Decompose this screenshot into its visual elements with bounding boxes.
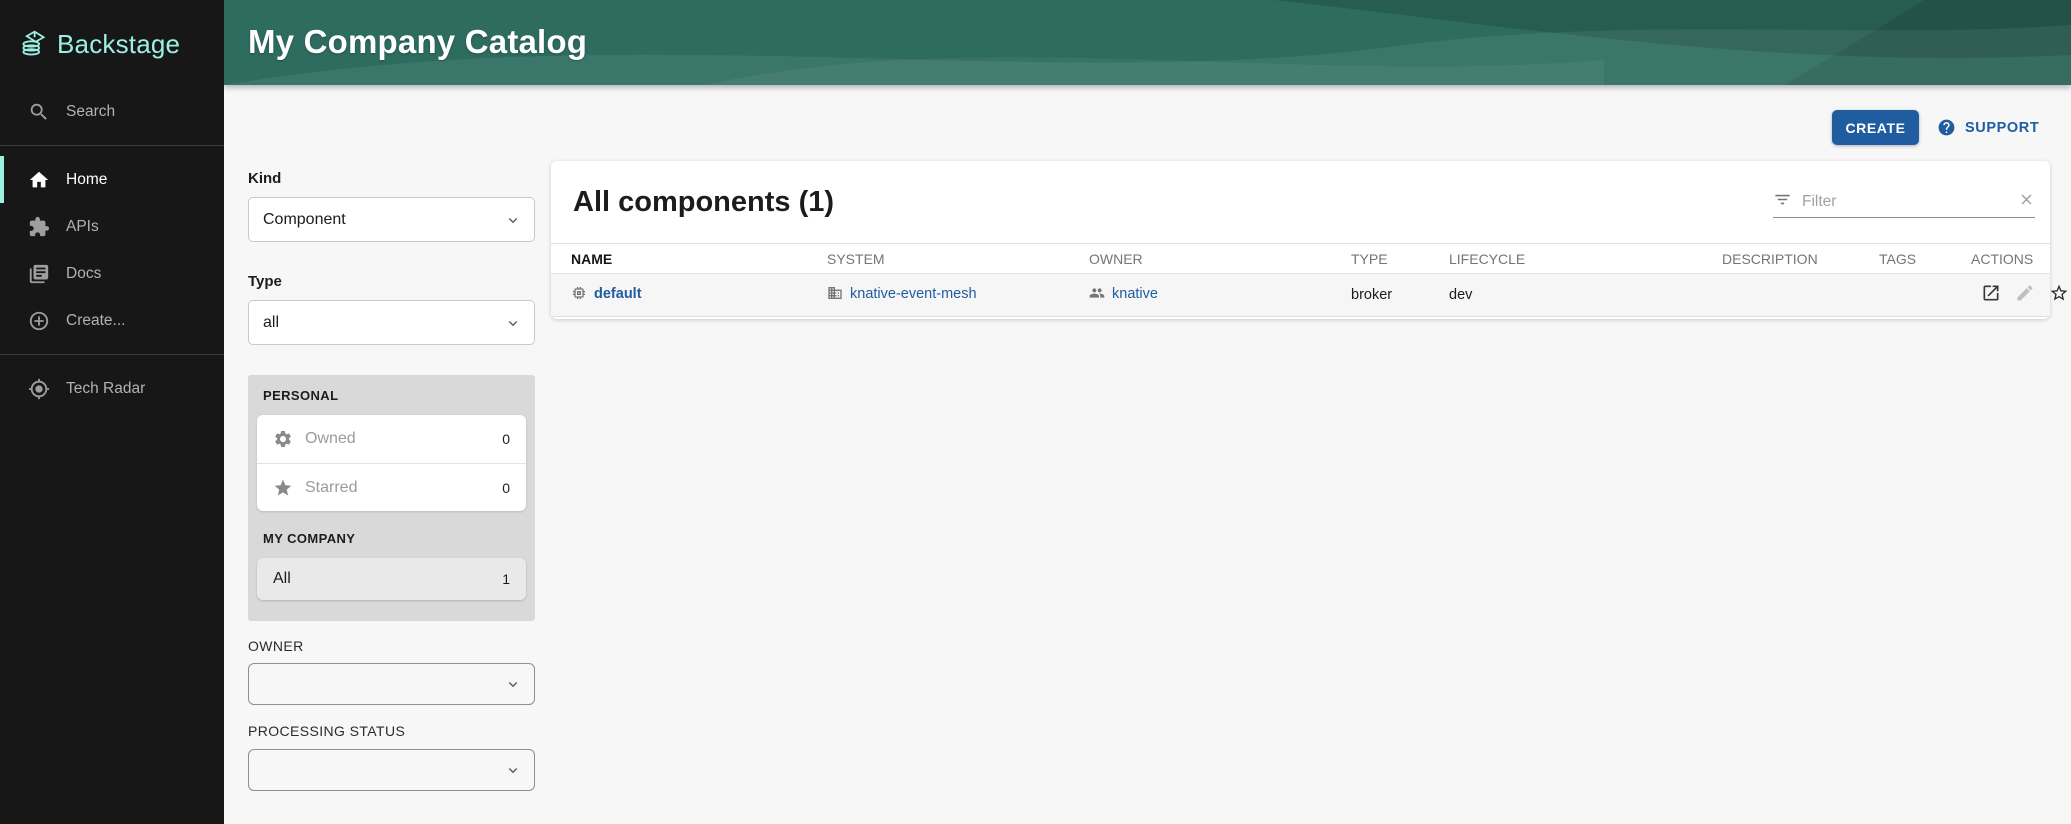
company-filter-group: All 1	[257, 558, 526, 600]
kind-select[interactable]: Component	[248, 197, 535, 242]
kind-label: Kind	[248, 170, 281, 187]
clear-filter-icon[interactable]	[2018, 191, 2035, 213]
star-icon	[273, 478, 293, 498]
type-label: Type	[248, 273, 282, 290]
sidebar-item-label: Tech Radar	[66, 380, 145, 398]
column-header-system[interactable]: SYSTEM	[827, 244, 1089, 274]
entity-link[interactable]: default	[594, 286, 642, 302]
sidebar-item-home[interactable]: Home	[0, 156, 224, 203]
open-in-new-icon[interactable]	[1981, 283, 2001, 307]
chevron-down-icon	[504, 675, 522, 693]
home-icon	[28, 169, 50, 191]
column-header-lifecycle[interactable]: LIFECYCLE	[1449, 244, 1722, 274]
owned-label: Owned	[305, 430, 502, 448]
type-select-value: all	[263, 314, 279, 332]
system-link[interactable]: knative-event-mesh	[850, 286, 977, 302]
column-header-tags[interactable]: TAGS	[1879, 244, 1971, 274]
quick-filters-card: PERSONAL Owned 0 Starred 0 MY COM	[248, 375, 535, 621]
group-icon	[1089, 285, 1105, 305]
page-header: My Company Catalog	[224, 0, 2071, 85]
owner-select[interactable]	[248, 663, 535, 705]
filter-starred[interactable]: Starred 0	[257, 463, 526, 511]
owner-link[interactable]: knative	[1112, 286, 1158, 302]
processing-status-select[interactable]	[248, 749, 535, 791]
sidebar-item-label: Search	[66, 103, 115, 121]
main-content: CREATE SUPPORT Kind Component Type all P…	[224, 85, 2071, 824]
docs-icon	[28, 263, 50, 285]
component-kind-icon	[571, 285, 587, 305]
personal-section-title: PERSONAL	[257, 388, 526, 403]
puzzle-icon	[28, 216, 50, 238]
filter-owned[interactable]: Owned 0	[257, 415, 526, 463]
add-circle-icon	[28, 310, 50, 332]
filter-list-icon	[1773, 190, 1792, 214]
all-count: 1	[502, 571, 510, 587]
owner-filter-label: OWNER	[248, 638, 304, 654]
personal-filter-group: Owned 0 Starred 0	[257, 415, 526, 511]
company-section-title: MY COMPANY	[257, 531, 526, 546]
sidebar: Backstage Search Home APIs Docs Create..…	[0, 0, 224, 824]
filter-all[interactable]: All 1	[257, 558, 526, 600]
sidebar-item-label: Create...	[66, 312, 125, 330]
chevron-down-icon	[504, 211, 522, 229]
type-cell: broker	[1351, 274, 1449, 317]
sidebar-item-label: Docs	[66, 265, 101, 283]
owned-count: 0	[502, 431, 510, 447]
sidebar-divider	[0, 354, 224, 355]
table-row: default knative-event-mesh knative broke…	[551, 274, 2050, 317]
page-title: My Company Catalog	[248, 23, 587, 61]
backstage-logo-icon	[20, 28, 47, 60]
kind-select-value: Component	[263, 211, 346, 229]
components-table: NAME SYSTEM OWNER TYPE LIFECYCLE DESCRIP…	[551, 243, 2050, 317]
tags-cell	[1879, 274, 1971, 317]
starred-label: Starred	[305, 479, 502, 497]
all-label: All	[273, 570, 502, 588]
star-outline-icon[interactable]	[2049, 283, 2069, 307]
chevron-down-icon	[504, 314, 522, 332]
sidebar-item-apis[interactable]: APIs	[0, 203, 224, 250]
type-select[interactable]: all	[248, 300, 535, 345]
lifecycle-cell: dev	[1449, 274, 1722, 317]
table-filter-input[interactable]	[1802, 193, 2018, 211]
sidebar-item-create[interactable]: Create...	[0, 297, 224, 344]
radar-icon	[28, 378, 50, 400]
processing-status-label: PROCESSING STATUS	[248, 723, 405, 739]
sidebar-item-tech-radar[interactable]: Tech Radar	[0, 365, 224, 412]
support-label: SUPPORT	[1965, 120, 2039, 136]
table-filter	[1773, 187, 2035, 218]
sidebar-item-label: APIs	[66, 218, 99, 236]
chevron-down-icon	[504, 761, 522, 779]
search-icon	[28, 101, 50, 123]
starred-count: 0	[502, 480, 510, 496]
logo-text: Backstage	[57, 29, 180, 60]
column-header-name[interactable]: NAME	[551, 244, 827, 274]
edit-icon[interactable]	[2015, 283, 2035, 307]
sidebar-item-label: Home	[66, 171, 107, 189]
column-header-type[interactable]: TYPE	[1351, 244, 1449, 274]
table-title: All components (1)	[573, 186, 834, 219]
support-button[interactable]: SUPPORT	[1937, 110, 2039, 145]
sidebar-item-search[interactable]: Search	[0, 88, 224, 135]
description-cell	[1722, 274, 1879, 317]
column-header-owner[interactable]: OWNER	[1089, 244, 1351, 274]
components-table-card: All components (1) NAME SYSTEM OWNER	[551, 161, 2050, 319]
backstage-logo[interactable]: Backstage	[0, 0, 224, 88]
sidebar-divider	[0, 145, 224, 146]
system-icon	[827, 285, 843, 305]
gear-icon	[273, 429, 293, 449]
column-header-description[interactable]: DESCRIPTION	[1722, 244, 1879, 274]
create-button[interactable]: CREATE	[1832, 110, 1919, 145]
table-header-row: NAME SYSTEM OWNER TYPE LIFECYCLE DESCRIP…	[551, 244, 2050, 274]
help-icon	[1937, 118, 1956, 137]
sidebar-item-docs[interactable]: Docs	[0, 250, 224, 297]
column-header-actions: ACTIONS	[1971, 244, 2050, 274]
